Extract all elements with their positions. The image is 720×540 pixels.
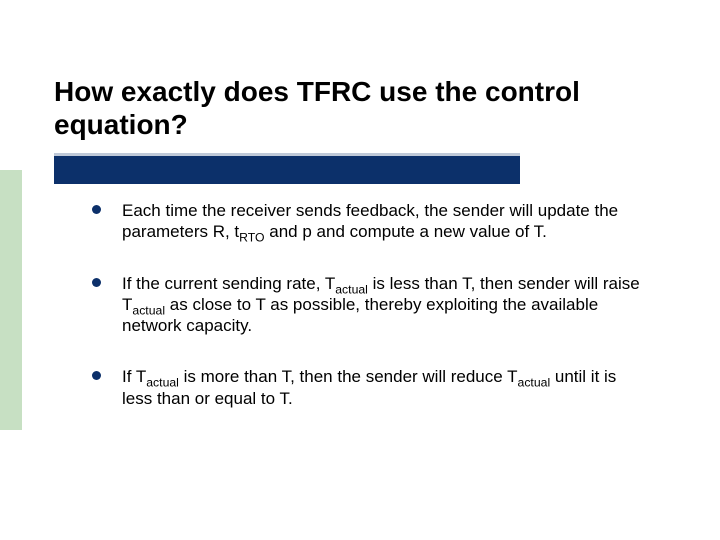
text-fragment: If the current sending rate, T	[122, 274, 335, 293]
subscript: actual	[518, 376, 551, 390]
text-fragment: is more than T, then the sender will red…	[179, 367, 518, 386]
list-item: Each time the receiver sends feedback, t…	[80, 200, 650, 243]
list-item: If T actual is more than T, then the send…	[80, 366, 650, 409]
bullet-list: Each time the receiver sends feedback, t…	[80, 200, 650, 409]
title-area: How exactly does TFRC use the control eq…	[54, 75, 664, 141]
subscript: RTO	[239, 231, 264, 245]
slide: How exactly does TFRC use the control eq…	[0, 0, 720, 540]
title-underline	[54, 156, 520, 184]
text-fragment: If T	[122, 367, 146, 386]
body-area: Each time the receiver sends feedback, t…	[80, 200, 650, 439]
text-fragment: and p and compute a new value of T.	[265, 222, 547, 241]
list-item: If the current sending rate, Tactual is …	[80, 273, 650, 337]
side-accent-bar	[0, 170, 22, 430]
slide-title: How exactly does TFRC use the control eq…	[54, 75, 664, 141]
text-fragment: as close to T as possible, thereby explo…	[122, 295, 598, 335]
